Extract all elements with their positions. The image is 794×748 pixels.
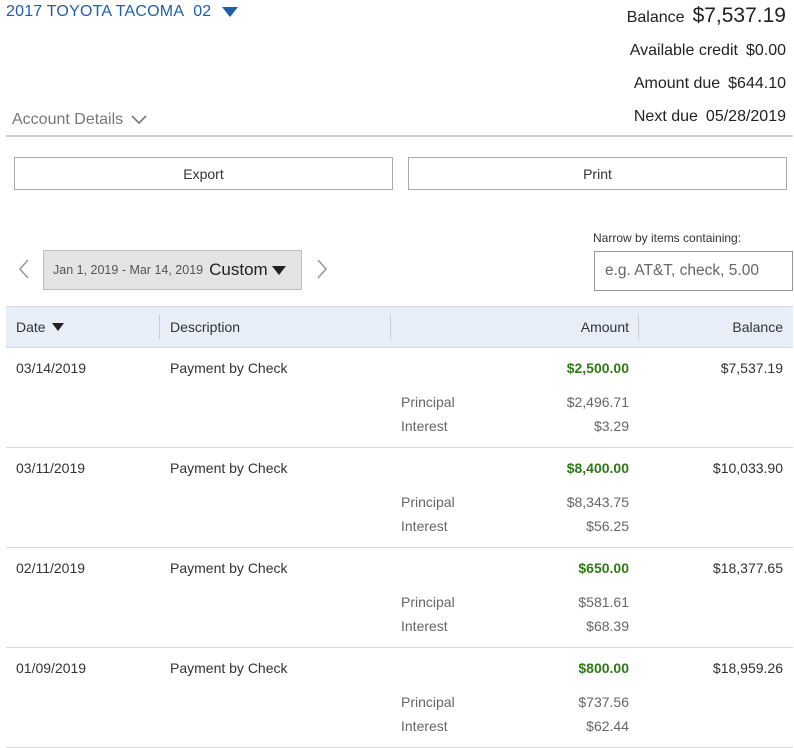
row-description: Payment by Check [170,560,288,576]
account-selector[interactable]: 2017 TOYOTA TACOMA 02 [6,3,239,21]
next-due-value: 05/28/2019 [705,108,786,125]
row-amount: $650.00 [578,560,629,576]
principal-label: Principal [401,594,455,610]
account-name: 2017 TOYOTA TACOMA [6,3,185,20]
search-input[interactable] [594,251,793,291]
chevron-left-icon[interactable] [18,258,30,280]
balance-label: Balance [626,9,685,26]
interest-amount: $68.39 [586,618,629,634]
principal-label: Principal [401,394,455,410]
chevron-right-icon[interactable] [316,258,328,280]
row-amount: $2,500.00 [566,360,629,376]
date-range-selector[interactable]: Jan 1, 2019 - Mar 14, 2019 Custom [43,250,302,290]
export-button[interactable]: Export [14,157,393,190]
row-date: 01/09/2019 [16,660,87,676]
interest-label: Interest [401,518,448,534]
table-row[interactable]: 02/11/2019 Payment by Check $650.00 $18,377… [6,548,793,648]
column-separator [159,315,160,339]
table-row[interactable]: 03/14/2019 Payment by Check $2,500.00 $7,53… [6,348,793,448]
column-separator [638,315,639,339]
interest-amount: $3.29 [593,418,629,434]
caret-down-icon [271,265,286,275]
row-description: Payment by Check [170,460,288,476]
table-header: Date Description Amount Balance [6,306,793,348]
narrow-label: Narrow by items containing: [593,231,742,245]
next-due: Next due 05/28/2019 [634,108,786,126]
row-balance: $18,959.26 [712,660,783,676]
principal-amount: $737.56 [578,694,629,710]
column-header-description[interactable]: Description [170,307,240,347]
principal-label: Principal [401,694,455,710]
row-amount: $800.00 [578,660,629,676]
range-type: Custom [209,260,268,279]
row-date: 02/11/2019 [16,560,86,576]
column-separator [390,315,391,339]
interest-label: Interest [401,718,448,734]
sort-caret-icon [51,323,64,332]
row-description: Payment by Check [170,660,288,676]
amount-due: Amount due $644.10 [634,75,786,93]
header-divider [6,135,793,137]
account-details-toggle[interactable]: Account Details [12,111,147,129]
interest-amount: $62.44 [586,718,629,734]
column-header-balance[interactable]: Balance [732,307,783,347]
amount-due-value: $644.10 [728,75,786,92]
next-due-label: Next due [633,108,698,125]
table-row[interactable]: 03/11/2019 Payment by Check $8,400.00 $10,0… [6,448,793,548]
print-button[interactable]: Print [408,157,787,190]
chevron-down-icon [131,115,147,125]
principal-amount: $2,496.71 [566,394,629,410]
available-credit-label: Available credit [629,42,738,59]
principal-amount: $8,343.75 [566,494,629,510]
interest-amount: $56.25 [586,518,629,534]
row-description: Payment by Check [170,360,288,376]
column-header-amount[interactable]: Amount [581,307,629,347]
date-header-label: Date [16,319,46,335]
row-date: 03/14/2019 [16,360,87,376]
account-details-label: Account Details [12,111,124,128]
amount-due-label: Amount due [633,75,721,92]
interest-label: Interest [401,618,448,634]
table-row[interactable]: 01/09/2019 Payment by Check $800.00 $18,959… [6,648,793,748]
row-balance: $18,377.65 [712,560,783,576]
available-credit: Available credit $0.00 [630,42,786,60]
balance-value: $7,537.19 [692,4,786,27]
row-amount: $8,400.00 [566,460,629,476]
row-balance: $10,033.90 [712,460,783,476]
account-number: 02 [193,3,212,20]
date-range-text: Jan 1, 2019 - Mar 14, 2019 [53,263,204,277]
available-credit-value: $0.00 [745,42,786,59]
caret-down-icon [222,7,239,17]
column-header-date[interactable]: Date [16,307,64,347]
principal-label: Principal [401,494,455,510]
balance-summary: Balance $7,537.19 [627,4,786,28]
row-balance: $7,537.19 [720,360,783,376]
row-date: 03/11/2019 [16,460,86,476]
interest-label: Interest [401,418,448,434]
principal-amount: $581.61 [578,594,629,610]
